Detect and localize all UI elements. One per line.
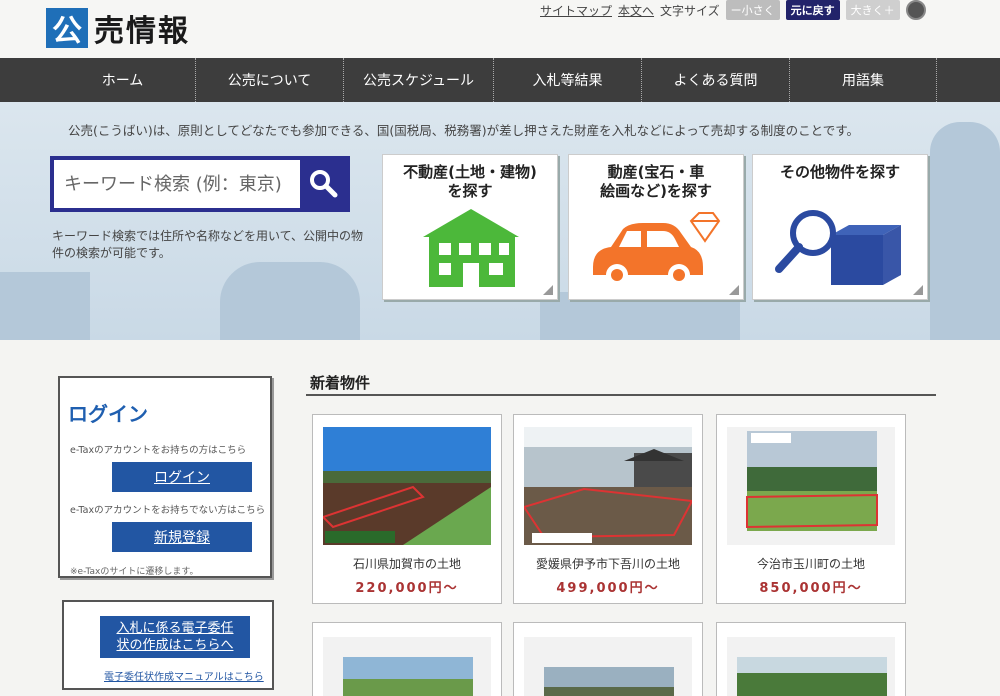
property-card[interactable] bbox=[716, 622, 906, 696]
property-card[interactable]: 石川県加賀市の土地 220,000円～ bbox=[312, 414, 502, 604]
main-content: ログイン e-Taxのアカウントをお持ちの方はこちら ログイン e-Taxのアカ… bbox=[0, 340, 1000, 696]
intro-text: 公売(こうばい)は、原則としてどなたでも参加できる、国(国税局、税務署)が差し押… bbox=[68, 123, 860, 138]
hero-section: 公売(こうばい)は、原則としてどなたでも参加できる、国(国税局、税務署)が差し押… bbox=[0, 102, 1000, 340]
category-real-estate-card[interactable]: 不動産(土地・建物) を探す bbox=[382, 154, 558, 300]
logo-mark: 公 bbox=[46, 8, 88, 49]
property-photo bbox=[524, 427, 692, 545]
card-corner-icon bbox=[729, 285, 739, 295]
property-photo bbox=[727, 637, 895, 696]
font-size-label: 文字サイズ bbox=[660, 3, 720, 18]
property-card[interactable]: 今治市玉川町の土地 850,000円～ bbox=[716, 414, 906, 604]
keyword-search bbox=[50, 156, 350, 212]
property-name: 愛媛県伊予市下吾川の土地 bbox=[535, 557, 680, 571]
font-large-button[interactable]: 大きく＋ bbox=[845, 0, 900, 20]
card-corner-icon bbox=[913, 285, 923, 295]
category-title-line1: 不動産(土地・建物) bbox=[403, 163, 537, 181]
search-input[interactable] bbox=[54, 160, 301, 208]
category-title-line1: 動産(宝石・車 bbox=[607, 163, 705, 181]
skip-to-body-link[interactable]: 本文へ bbox=[618, 2, 654, 19]
proxy-button-line2: 状の作成はこちらへ bbox=[116, 638, 234, 653]
property-photo bbox=[727, 427, 895, 545]
property-price: 850,000円～ bbox=[759, 581, 863, 596]
property-card[interactable] bbox=[312, 622, 502, 696]
category-title-line2: を探す bbox=[447, 182, 493, 200]
login-no-account-text: e-Taxのアカウントをお持ちでない方はこちら bbox=[70, 505, 266, 516]
hero-deco-people bbox=[220, 262, 360, 340]
new-items-title: 新着物件 bbox=[310, 374, 371, 392]
login-panel: ログイン e-Taxのアカウントをお持ちの方はこちら ログイン e-Taxのアカ… bbox=[58, 376, 272, 578]
category-movables-card[interactable]: 動産(宝石・車 絵画など)を探す bbox=[568, 154, 744, 300]
proxy-panel: 入札に係る電子委任 状の作成はこちらへ 電子委任状作成マニュアルはこちら bbox=[62, 600, 274, 690]
font-reset-button[interactable]: 元に戻す bbox=[785, 0, 840, 20]
register-button[interactable]: 新規登録 bbox=[112, 522, 252, 552]
logo-text: 売情報 bbox=[94, 14, 190, 49]
login-note: ※e-Taxのサイトに遷移します。 bbox=[70, 567, 199, 577]
proxy-create-button[interactable]: 入札に係る電子委任 状の作成はこちらへ bbox=[100, 616, 250, 658]
hero-deco-building bbox=[0, 272, 90, 340]
proxy-manual-link[interactable]: 電子委任状作成マニュアルはこちら bbox=[104, 668, 264, 683]
new-items-divider bbox=[306, 394, 936, 396]
category-title-line2: 絵画など)を探す bbox=[600, 182, 712, 200]
category-title-line1: その他物件を探す bbox=[779, 163, 900, 181]
magnifier-box-icon bbox=[771, 199, 911, 293]
property-photo bbox=[524, 637, 692, 696]
nav-item-schedule[interactable]: 公売スケジュール bbox=[343, 58, 493, 102]
site-logo[interactable]: 公 売情報 bbox=[46, 6, 190, 50]
nav-item-glossary[interactable]: 用語集 bbox=[789, 58, 937, 102]
property-name: 今治市玉川町の土地 bbox=[756, 557, 865, 571]
login-title: ログイン bbox=[68, 402, 148, 426]
property-price: 220,000円～ bbox=[355, 581, 459, 596]
property-name: 石川県加賀市の土地 bbox=[352, 557, 461, 571]
search-icon bbox=[308, 168, 338, 201]
property-photo bbox=[323, 427, 491, 545]
card-corner-icon bbox=[543, 285, 553, 295]
property-photo bbox=[323, 637, 491, 696]
nav-item-about[interactable]: 公売について bbox=[195, 58, 343, 102]
site-header: 公 売情報 サイトマップ 本文へ 文字サイズ ー小さく 元に戻す 大きく＋ bbox=[0, 0, 1000, 58]
login-button[interactable]: ログイン bbox=[112, 462, 252, 492]
hero-deco-tree bbox=[930, 122, 1000, 340]
utility-bar: サイトマップ 本文へ 文字サイズ ー小さく 元に戻す 大きく＋ bbox=[540, 0, 926, 20]
nav-item-results[interactable]: 入札等結果 bbox=[493, 58, 641, 102]
property-price: 499,000円～ bbox=[556, 581, 660, 596]
property-card[interactable]: 愛媛県伊予市下吾川の土地 499,000円～ bbox=[513, 414, 703, 604]
nav-item-home[interactable]: ホーム bbox=[50, 58, 195, 102]
category-other-card[interactable]: その他物件を探す bbox=[752, 154, 928, 300]
login-have-account-text: e-Taxのアカウントをお持ちの方はこちら bbox=[70, 445, 247, 456]
font-small-button[interactable]: ー小さく bbox=[725, 0, 780, 20]
emblem-icon bbox=[905, 0, 926, 20]
sitemap-link[interactable]: サイトマップ bbox=[540, 2, 612, 19]
search-note: キーワード検索では住所や名称などを用いて、公開中の物件の検索が可能です。 bbox=[52, 229, 364, 260]
nav-item-faq[interactable]: よくある質問 bbox=[641, 58, 789, 102]
proxy-button-line1: 入札に係る電子委任 bbox=[116, 621, 234, 636]
search-button[interactable] bbox=[300, 160, 346, 208]
house-icon bbox=[415, 207, 527, 291]
property-card[interactable] bbox=[513, 622, 703, 696]
gem-icon bbox=[687, 211, 723, 249]
main-nav: ホーム 公売について 公売スケジュール 入札等結果 よくある質問 用語集 bbox=[0, 58, 1000, 102]
